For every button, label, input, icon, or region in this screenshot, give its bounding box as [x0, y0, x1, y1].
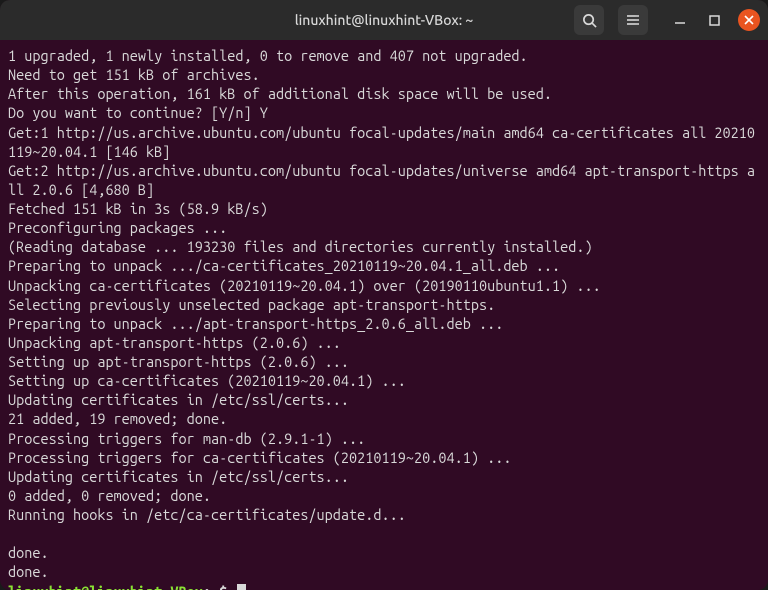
maximize-button[interactable]	[704, 10, 724, 30]
minimize-button[interactable]	[670, 10, 690, 30]
prompt-user-host: linuxhint@linuxhint-VBox	[8, 583, 203, 590]
terminal-lines: 1 upgraded, 1 newly installed, 0 to remo…	[8, 47, 755, 580]
prompt-path: ~	[211, 583, 219, 590]
search-button[interactable]	[574, 5, 604, 35]
maximize-icon	[709, 15, 720, 26]
window-title: linuxhint@linuxhint-VBox: ~	[295, 12, 474, 28]
close-button[interactable]	[738, 9, 760, 31]
close-icon	[744, 15, 754, 25]
cursor	[237, 584, 246, 590]
terminal-window: linuxhint@linuxhint-VBox: ~	[0, 0, 768, 590]
search-icon	[582, 13, 597, 28]
minimize-icon	[674, 14, 686, 26]
titlebar-controls	[574, 5, 760, 35]
hamburger-icon	[626, 13, 640, 27]
menu-button[interactable]	[618, 5, 648, 35]
window-controls	[670, 9, 760, 31]
titlebar: linuxhint@linuxhint-VBox: ~	[0, 0, 768, 40]
terminal-output[interactable]: 1 upgraded, 1 newly installed, 0 to remo…	[0, 40, 768, 590]
prompt-symbol: $	[219, 583, 227, 590]
prompt-separator: :	[203, 583, 211, 590]
